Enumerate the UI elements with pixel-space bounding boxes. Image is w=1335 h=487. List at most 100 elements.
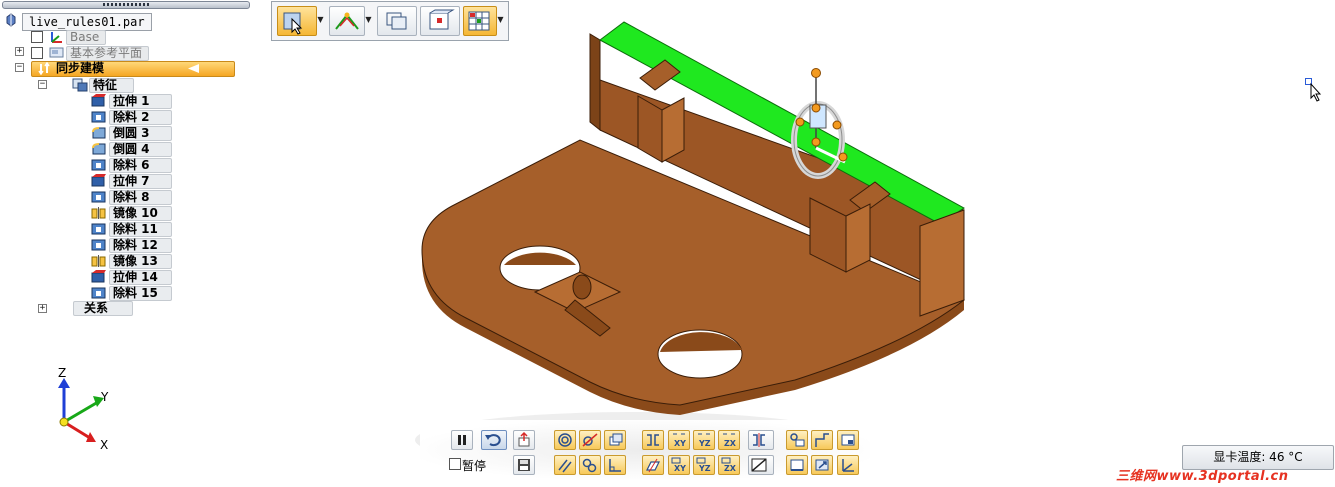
select-tool-button[interactable] <box>277 6 317 36</box>
tree-node-feature[interactable]: 拉伸 7 <box>109 174 172 189</box>
tree-node-feature[interactable]: 除料 2 <box>109 110 172 125</box>
svg-text:XY: XY <box>674 464 686 473</box>
insert-icon <box>518 431 530 447</box>
coaxial-button[interactable] <box>579 455 601 475</box>
tree-node-base[interactable]: Base <box>66 30 107 45</box>
cutout-icon <box>91 159 106 171</box>
save-icon <box>518 459 530 471</box>
base-visibility-checkbox[interactable] <box>31 31 43 43</box>
tree-node-feature[interactable]: 镜像 10 <box>109 206 172 221</box>
tree-node-feature[interactable]: 拉伸 14 <box>109 270 172 285</box>
coplanar-axis-button[interactable] <box>642 455 664 475</box>
parallel-yz-button[interactable]: YZ <box>693 455 715 475</box>
svg-text:ZX: ZX <box>724 464 737 473</box>
symmetric-zx-button[interactable]: ZX <box>718 430 740 450</box>
tree-node-feature[interactable]: 除料 15 <box>109 286 172 301</box>
insert-button[interactable] <box>513 430 535 450</box>
wall-right-end <box>919 209 965 317</box>
select-tool-dropdown-icon[interactable]: ▼ <box>316 6 325 34</box>
symmetric-button[interactable] <box>642 430 664 450</box>
tree-node-features[interactable]: 特征 <box>89 78 134 93</box>
tree-node-relations[interactable]: 关系 <box>73 301 133 316</box>
symmetric-zx-icon: ZX <box>723 433 737 448</box>
symmetric-yz-button[interactable]: YZ <box>693 430 715 450</box>
tree-node-feature[interactable]: 倒圆 4 <box>109 142 172 157</box>
tangent-button[interactable] <box>579 430 601 450</box>
symmetry-plane-button[interactable] <box>748 430 774 450</box>
collapse-arrow-icon[interactable] <box>186 63 200 74</box>
cutout-icon <box>91 191 106 203</box>
select-tool-icon <box>283 12 303 35</box>
svg-text:ZX: ZX <box>724 439 737 448</box>
parallel-yz-icon: YZ <box>696 457 711 473</box>
tree-node-feature[interactable]: 镜像 13 <box>109 254 172 269</box>
undo-button[interactable] <box>481 430 507 450</box>
expand-ref-planes-icon[interactable]: + <box>15 47 24 56</box>
expand-relations-icon[interactable]: + <box>38 304 47 313</box>
coaxial-icon <box>582 458 597 473</box>
sync-node-label: 同步建模 <box>56 61 105 75</box>
coplanar-button[interactable] <box>604 430 626 450</box>
symmetric-xy-button[interactable]: XY <box>668 430 690 450</box>
cutout-icon <box>91 239 106 251</box>
round-icon <box>92 127 106 139</box>
concentric-icon <box>558 433 572 447</box>
save-state-button[interactable] <box>513 455 535 475</box>
pause-checkbox[interactable] <box>449 458 461 470</box>
triad-z-label: Z <box>58 366 67 380</box>
mirror-icon <box>91 207 106 219</box>
symmetric-icon <box>647 434 659 446</box>
horizontal-vertical-icon <box>751 458 767 472</box>
tree-node-feature[interactable]: 除料 8 <box>109 190 172 205</box>
cutout-icon <box>91 223 106 235</box>
tree-node-feature[interactable]: 除料 6 <box>109 158 172 173</box>
tangent-edge-button[interactable] <box>811 455 833 475</box>
tree-node-feature[interactable]: 倒圆 3 <box>109 126 172 141</box>
synchronous-icon <box>38 62 50 75</box>
pause-icon <box>458 435 466 445</box>
tree-node-feature[interactable]: 除料 11 <box>109 222 172 237</box>
small-boss-slot <box>572 274 592 300</box>
svg-text:YZ: YZ <box>698 464 711 473</box>
extrude-icon <box>91 174 106 187</box>
concentric-button[interactable] <box>554 430 576 450</box>
tree-node-reference-planes[interactable]: 基本参考平面 <box>66 46 150 61</box>
ground-button[interactable] <box>786 455 808 475</box>
tree-node-feature[interactable]: 除料 12 <box>109 238 172 253</box>
extrude-icon <box>91 270 106 283</box>
splitter-grip[interactable] <box>103 3 149 6</box>
horizontal-vertical-button[interactable] <box>748 455 774 475</box>
parallel-xy-button[interactable]: XY <box>668 455 690 475</box>
parallel-zx-button[interactable]: ZX <box>718 455 740 475</box>
ref-planes-visibility-checkbox[interactable] <box>31 47 43 59</box>
tree-node-feature[interactable]: 拉伸 1 <box>109 94 172 109</box>
collapse-sync-icon[interactable]: − <box>15 63 24 72</box>
mouse-cursor-icon <box>1305 78 1322 102</box>
pause-button[interactable] <box>451 430 473 450</box>
offset-icon <box>815 433 829 447</box>
symmetry-plane-icon <box>753 433 765 447</box>
collapse-features-icon[interactable]: − <box>38 80 47 89</box>
symmetric-xy-icon: XY <box>673 433 686 448</box>
pathfinder-splitter[interactable] <box>2 1 250 9</box>
svg-text:XY: XY <box>674 439 686 448</box>
part-file-icon <box>6 13 16 27</box>
wall-tab-2-side <box>845 203 871 273</box>
coplanar-axis-icon <box>646 458 660 473</box>
rigid-button[interactable] <box>837 430 859 450</box>
part-file-name[interactable]: live_rules01.par <box>22 13 152 31</box>
sketch-plane-button[interactable] <box>329 6 365 36</box>
rotate-axis-button[interactable] <box>837 455 859 475</box>
triad-y-label: Y <box>101 390 109 404</box>
tree-node-synchronous[interactable]: 同步建模 <box>31 61 235 77</box>
ground-icon <box>790 459 804 471</box>
perpendicular-icon <box>609 459 621 472</box>
rigid-icon <box>841 434 855 446</box>
sketch-plane-dropdown-icon[interactable]: ▼ <box>364 6 373 34</box>
lock-concentric-button[interactable] <box>786 430 808 450</box>
perpendicular-button[interactable] <box>604 455 626 475</box>
parallel-button[interactable] <box>554 455 576 475</box>
model-viewport[interactable] <box>380 10 1010 480</box>
undo-icon <box>485 434 501 447</box>
offset-button[interactable] <box>811 430 833 450</box>
